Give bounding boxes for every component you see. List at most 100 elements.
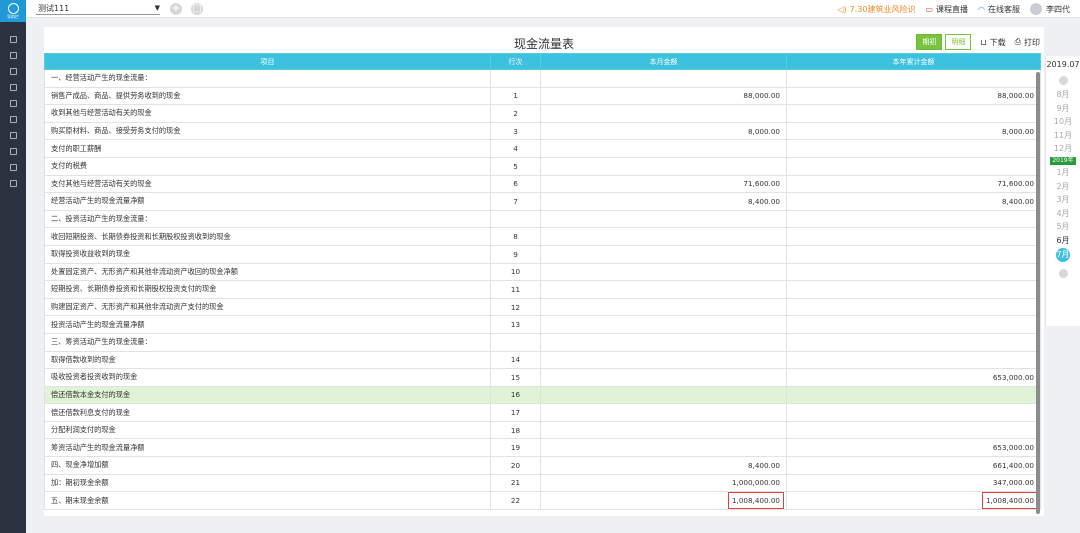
table-row[interactable]: 取得投资收益收到的现金 9 [44, 244, 1041, 264]
table-row[interactable]: 五、期末现金余额 22 1,008,400.00 1,008,400.00 [44, 491, 1041, 510]
month-item[interactable]: 12月 [1046, 142, 1080, 156]
table-row[interactable]: 偿还借款利息支付的现金 17 [44, 403, 1041, 422]
table-row[interactable]: 短期投资、长期债券投资和长期股权投资支付的现金 11 [44, 280, 1041, 299]
month-item[interactable]: 5月 [1046, 220, 1080, 234]
cell-line-text: 13 [510, 320, 521, 330]
sidebar-nav-icon[interactable] [9, 36, 17, 43]
cell-item-text: 加：期初现金余额 [51, 477, 109, 487]
top-bar: 测试111 ▼ + □ ◁) 7.30建筑业风险识 ▭ 课程直播 ◠ 在线客服 … [26, 0, 1080, 18]
cell-item-text: 偿还借款本金支付的现金 [51, 389, 131, 399]
square-icon: □ [192, 3, 202, 14]
cell-line: 15 [490, 368, 541, 387]
month-item[interactable]: 3月 [1046, 193, 1080, 207]
chevron-down-icon[interactable] [1058, 268, 1068, 278]
cell-line-text: 21 [510, 478, 521, 488]
cell-item: 四、现金净增加额 [44, 456, 491, 475]
table-row[interactable]: 收回短期投资、长期债券投资和长期股权投资收到的现金 8 [44, 227, 1041, 246]
user-menu[interactable]: 李四代 [1030, 3, 1070, 15]
print-button[interactable]: ⎙ 打印 [1015, 37, 1040, 48]
cell-item: 处置固定资产、无形资产和其他非流动资产收回的现金净额 [44, 262, 491, 282]
table-row[interactable]: 支付的职工薪酬 4 [44, 139, 1041, 158]
table-row[interactable]: 取得借款收到的现金 14 [44, 350, 1041, 370]
table-row[interactable]: 三、筹资活动产生的现金流量： [44, 332, 1041, 352]
period-button[interactable]: 期初 [916, 34, 943, 50]
table-row[interactable]: 筹资活动产生的现金流量净额 19 653,000.00 [44, 438, 1041, 458]
cell-month-text: 71,600.00 [743, 179, 780, 189]
table-row[interactable]: 购买原材料、商品、接受劳务支付的现金 3 8,000.00 8,000.00 [44, 121, 1041, 141]
table-row[interactable]: 投资活动产生的现金流量净额 13 [44, 315, 1041, 334]
cell-month [540, 297, 787, 317]
download-button[interactable]: ⊔ 下载 [980, 37, 1005, 48]
cell-item-text: 三、筹资活动产生的现金流量： [51, 337, 152, 347]
month-item[interactable]: 10月 [1046, 115, 1080, 129]
sidebar-nav-icon[interactable] [9, 148, 17, 155]
vertical-scrollbar[interactable] [1036, 72, 1040, 514]
month-list-current-year: 1月 2月 3月 4月 5月 6月 [1046, 166, 1080, 248]
cell-line-text: 5 [513, 161, 518, 171]
cell-month-text: 8,400.00 [747, 460, 780, 470]
sidebar-nav-icon[interactable] [9, 132, 17, 139]
cell-month-text: 8,000.00 [747, 126, 780, 136]
company-select-value: 测试111 [38, 4, 70, 13]
cell-item: 购买原材料、商品、接受劳务支付的现金 [44, 121, 491, 141]
cell-item-text: 支付的税费 [51, 161, 87, 171]
sidebar-nav-icon[interactable] [9, 116, 17, 123]
cell-month [540, 350, 787, 370]
month-item[interactable]: 11月 [1046, 129, 1080, 143]
sidebar-nav-icon[interactable] [9, 180, 17, 187]
table-row[interactable]: 经营活动产生的现金流量净额 7 8,400.00 8,400.00 [44, 192, 1041, 211]
current-month[interactable]: 7月 [1056, 247, 1070, 262]
promo-link[interactable]: ◁) 7.30建筑业风险识 [837, 4, 915, 15]
sidebar-nav-icon[interactable] [9, 164, 17, 171]
month-item[interactable]: 2月 [1046, 180, 1080, 194]
cell-line-text: 10 [510, 267, 521, 277]
cell-item-text: 一、经营活动产生的现金流量： [51, 73, 152, 83]
cell-item-text: 购买原材料、商品、接受劳务支付的现金 [51, 126, 181, 136]
table-row[interactable]: 加：期初现金余额 21 1,000,000.00 347,000.00 [44, 473, 1041, 493]
table-row[interactable]: 购建固定资产、无形资产和其他非流动资产支付的现金 12 [44, 297, 1041, 317]
sidebar-nav-icon[interactable] [9, 100, 17, 107]
cell-year [786, 297, 1041, 317]
table-row[interactable]: 吸收投资者投资收到的现金 15 653,000.00 [44, 368, 1041, 387]
month-item[interactable]: 4月 [1046, 207, 1080, 221]
table-row[interactable]: 收到其他与经营活动有关的现金 2 [44, 104, 1041, 123]
table-row[interactable]: 二、投资活动产生的现金流量： [44, 209, 1041, 229]
month-item[interactable]: 9月 [1046, 102, 1080, 116]
add-company-button[interactable]: + [170, 3, 182, 15]
app-logo[interactable]: 导航栏 [0, 0, 26, 22]
chevron-up-icon[interactable] [1058, 76, 1068, 85]
cell-month: 8,400.00 [540, 456, 787, 475]
table-row[interactable]: 销售产成品、商品、提供劳务收到的现金 1 88,000.00 88,000.00 [44, 86, 1041, 106]
sidebar-nav-icon[interactable] [9, 52, 17, 59]
month-list-prev-year: 8月 9月 10月 11月 12月 [1046, 88, 1080, 156]
table-row[interactable]: 偿还借款本金支付的现金 16 [44, 385, 1041, 405]
month-item[interactable]: 6月 [1046, 234, 1080, 248]
cell-line: 16 [490, 385, 541, 405]
month-item[interactable]: 1月 [1046, 166, 1080, 180]
table-row[interactable]: 支付的税费 5 [44, 156, 1041, 176]
cell-line: 6 [490, 174, 541, 194]
cell-year: 653,000.00 [786, 368, 1041, 387]
manage-company-button[interactable]: □ [191, 3, 203, 15]
table-row[interactable]: 四、现金净增加额 20 8,400.00 661,400.00 [44, 456, 1041, 475]
table-row[interactable]: 分配利润支付的现金 18 [44, 420, 1041, 440]
table-row[interactable]: 一、经营活动产生的现金流量： [44, 69, 1041, 88]
cell-year: 8,000.00 [786, 121, 1041, 141]
print-label: 打印 [1024, 37, 1040, 47]
cell-year [786, 262, 1041, 282]
table-row[interactable]: 支付其他与经营活动有关的现金 6 71,600.00 71,600.00 [44, 174, 1041, 194]
detail-button[interactable]: 明细 [945, 34, 972, 50]
cell-item-text: 二、投资活动产生的现金流量： [51, 214, 152, 224]
cell-line: 12 [490, 297, 541, 317]
cell-item: 加：期初现金余额 [44, 473, 491, 493]
sidebar-nav-icon[interactable] [9, 84, 17, 91]
course-live-link[interactable]: ▭ 课程直播 [925, 4, 968, 15]
table-row[interactable]: 处置固定资产、无形资产和其他非流动资产收回的现金净额 10 [44, 262, 1041, 282]
online-service-link[interactable]: ◠ 在线客服 [978, 4, 1020, 15]
cell-item-text: 处置固定资产、无形资产和其他非流动资产收回的现金净额 [51, 266, 238, 276]
month-item[interactable]: 8月 [1046, 88, 1080, 102]
cell-item: 购建固定资产、无形资产和其他非流动资产支付的现金 [44, 297, 491, 317]
cell-month [540, 332, 787, 352]
sidebar-nav-icon[interactable] [9, 68, 17, 75]
company-select[interactable]: 测试111 ▼ [36, 3, 160, 15]
